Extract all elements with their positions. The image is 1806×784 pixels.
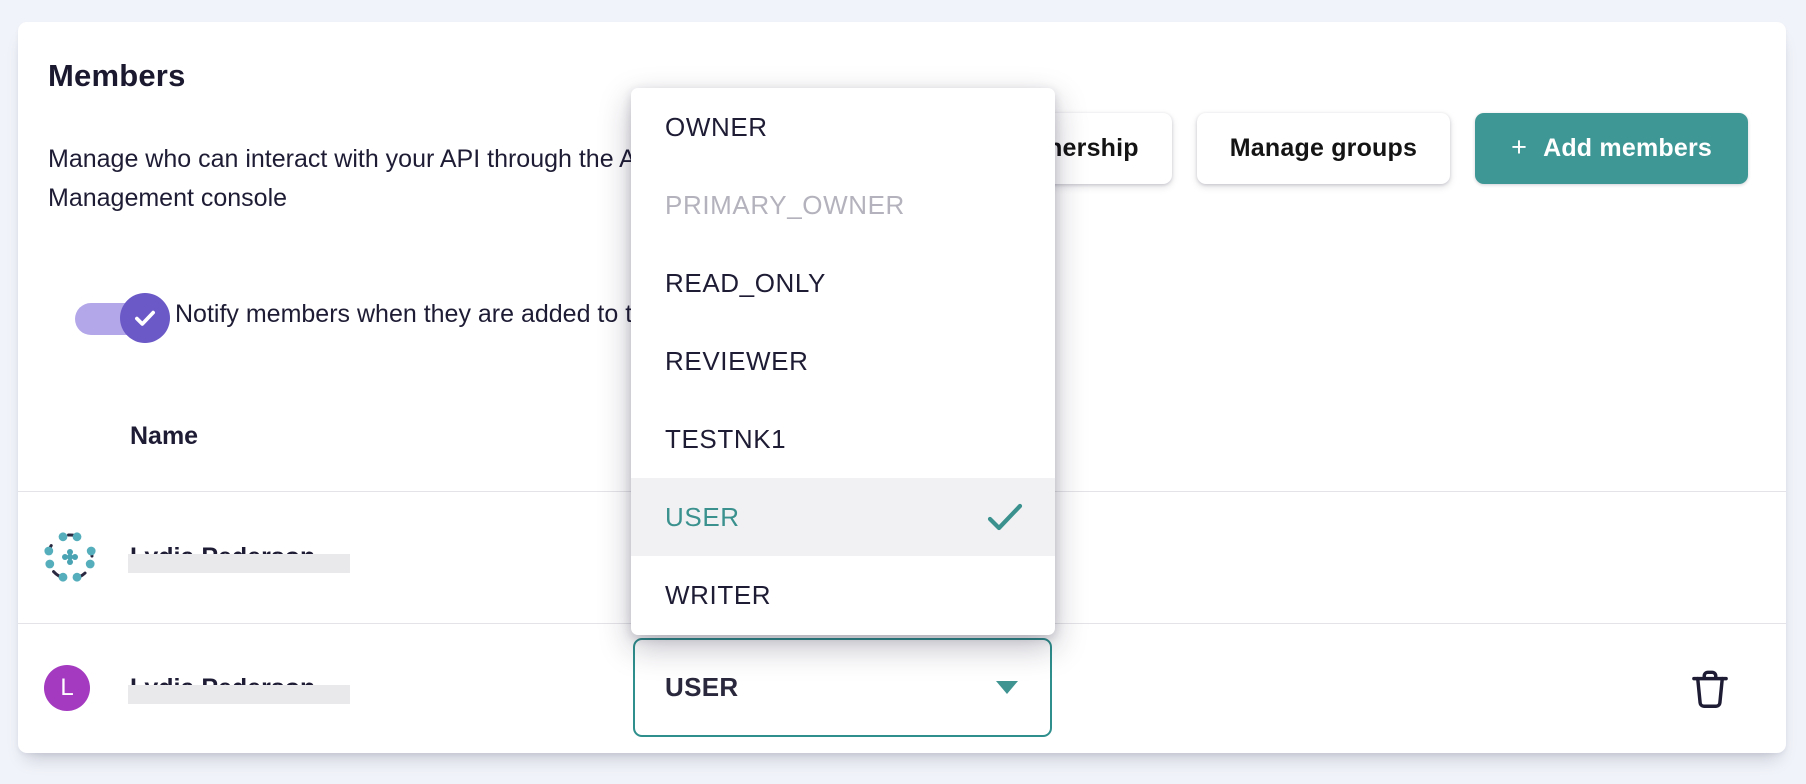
page: { "card": { "title": "Members", "subtitl… [0, 0, 1806, 784]
avatar: L [44, 665, 90, 711]
role-option-reviewer[interactable]: REVIEWER [631, 322, 1055, 400]
delete-member-button[interactable] [1686, 666, 1734, 714]
role-option-user-label: USER [665, 502, 740, 533]
role-option-primary-owner: PRIMARY_OWNER [631, 166, 1055, 244]
chevron-down-icon [996, 681, 1018, 694]
role-option-owner[interactable]: OWNER [631, 88, 1055, 166]
role-option-testnk1[interactable]: TESTNK1 [631, 400, 1055, 478]
role-select-value: USER [665, 672, 738, 703]
trash-icon [1687, 666, 1733, 712]
role-select[interactable]: USER [633, 638, 1052, 737]
page-title: Members [48, 58, 186, 94]
plus-icon: + [1511, 132, 1527, 163]
page-subtitle: Manage who can interact with your API th… [48, 140, 728, 218]
role-option-read-only[interactable]: READ_ONLY [631, 244, 1055, 322]
add-members-button[interactable]: + Add members [1475, 113, 1748, 184]
role-dropdown-panel: OWNER PRIMARY_OWNER READ_ONLY REVIEWER T… [631, 88, 1055, 635]
add-members-label: Add members [1543, 134, 1712, 163]
member-name: Lydia Pederson [130, 540, 315, 574]
notify-toggle-label: Notify members when they are added to th… [175, 300, 706, 329]
manage-groups-button[interactable]: Manage groups [1197, 113, 1450, 184]
toggle-thumb [120, 293, 170, 343]
group-dots-avatar-icon [44, 531, 96, 583]
notify-toggle[interactable] [75, 293, 165, 343]
role-option-user[interactable]: USER [631, 478, 1055, 556]
selected-check-icon [985, 501, 1025, 533]
check-icon [132, 305, 158, 331]
name-column-header: Name [130, 422, 198, 451]
member-name: Lydia Pederson [130, 671, 315, 705]
role-option-writer[interactable]: WRITER [631, 556, 1055, 634]
